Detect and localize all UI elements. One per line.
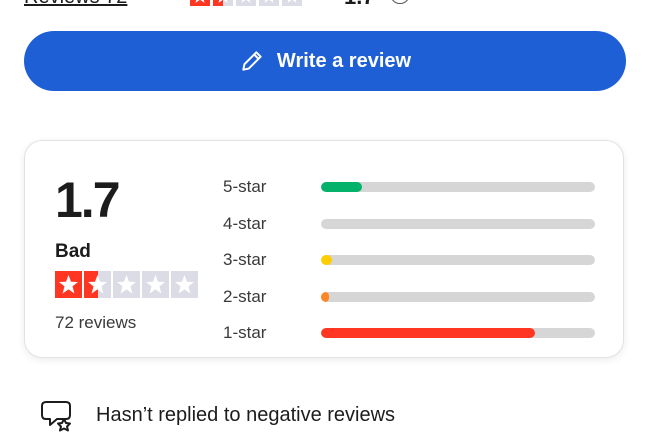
write-review-button[interactable]: Write a review <box>24 31 626 91</box>
header-score: 1.7 <box>344 0 375 8</box>
distribution-label: 4-star <box>223 213 267 233</box>
reviews-count-link[interactable]: Reviews 72 <box>24 0 127 8</box>
rating-distribution: 5-star 4-star 3-star 2-star 1-star <box>223 169 595 352</box>
reply-status: Hasn’t replied to negative reviews <box>40 398 395 432</box>
star-4 <box>142 271 169 298</box>
overall-score: 1.7 <box>55 172 121 228</box>
star-3 <box>236 0 256 6</box>
star-5 <box>282 0 302 6</box>
header-star-rating <box>190 0 302 6</box>
reply-status-text: Hasn’t replied to negative reviews <box>96 403 396 426</box>
distribution-bar-fill <box>321 328 535 339</box>
rating-word: Bad <box>55 241 91 262</box>
distribution-row-4-star[interactable]: 4-star <box>223 206 595 243</box>
distribution-bar-track <box>321 218 595 229</box>
pencil-icon <box>242 51 262 71</box>
rating-summary-card: 1.7 Bad 72 reviews 5-star 4-star 3-star 2-s… <box>24 140 624 358</box>
distribution-label: 1-star <box>223 323 267 343</box>
header-strip: Reviews 72 1.7 <box>24 0 444 8</box>
star-1 <box>190 0 210 6</box>
distribution-row-3-star[interactable]: 3-star <box>223 242 595 279</box>
star-5 <box>171 271 198 298</box>
distribution-row-1-star[interactable]: 1-star <box>223 315 595 352</box>
star-rating <box>55 271 198 298</box>
star-2 <box>213 0 233 6</box>
write-review-label: Write a review <box>276 49 412 72</box>
distribution-bar-fill <box>321 291 330 302</box>
star-3 <box>113 271 140 298</box>
distribution-row-2-star[interactable]: 2-star <box>223 279 595 316</box>
distribution-bar-track <box>321 291 595 302</box>
distribution-bar-fill <box>321 255 332 266</box>
speech-bubble-star-icon <box>41 401 71 432</box>
star-4 <box>259 0 279 6</box>
star-2 <box>84 271 111 298</box>
info-icon[interactable] <box>390 0 410 4</box>
distribution-bar-track <box>321 328 595 339</box>
distribution-label: 3-star <box>223 250 267 270</box>
distribution-row-5-star[interactable]: 5-star <box>223 169 595 206</box>
distribution-bar-fill <box>321 182 363 193</box>
distribution-bar-track <box>321 182 595 193</box>
distribution-label: 2-star <box>223 286 267 306</box>
distribution-bar-track <box>321 255 595 266</box>
star-1 <box>55 271 82 298</box>
review-count: 72 reviews <box>55 313 137 332</box>
distribution-label: 5-star <box>223 177 267 197</box>
